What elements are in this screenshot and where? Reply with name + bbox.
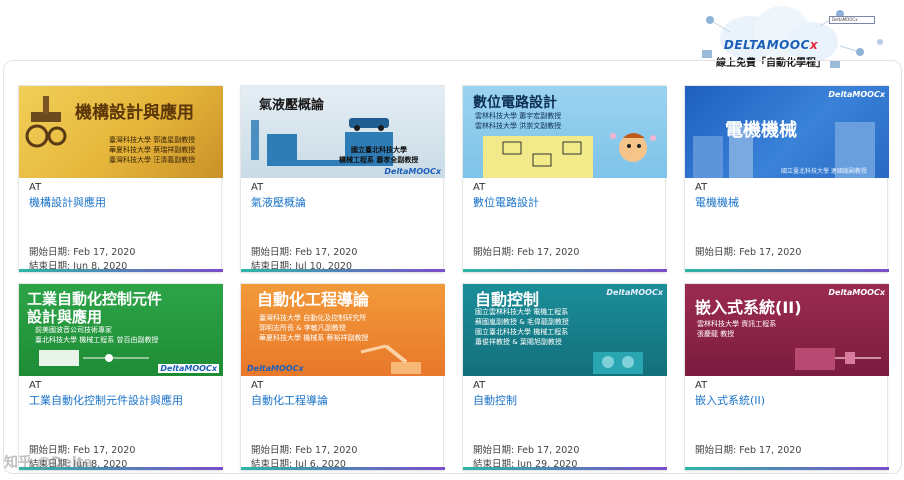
thumb-brand: DeltaMOOCx — [384, 167, 441, 176]
course-title-link[interactable]: 自動控制 — [473, 394, 659, 407]
course-thumbnail[interactable]: 機構設計與應用 臺灣科技大學 郭進星副教授 華夏科技大學 蔡瑞祥副教授 臺灣科技… — [19, 86, 223, 178]
course-thumbnail[interactable]: 電機機械 國立臺北科技大學 連國龍副教授 DeltaMOOCx — [685, 86, 889, 178]
thumb-line: 華夏科技大學 蔡瑞祥副教授 — [109, 146, 196, 154]
course-org: AT — [251, 182, 264, 193]
thumb-line: 國立臺北科技大學 連國龍副教授 — [781, 168, 867, 175]
card-accent-bar — [241, 467, 445, 470]
course-org: AT — [29, 380, 42, 391]
page: DeltaMOOCx DELTAMOOCx 線上免費「自動化學程」 機構設計與應… — [0, 0, 904, 480]
embedded-board-illustration — [795, 348, 881, 370]
course-thumbnail[interactable]: 數位電路設計 雲林科技大學 蕭宇宏副教授 雲林科技大學 洪崇文副教授 — [463, 86, 667, 178]
thumb-brand: DeltaMOOCx — [606, 288, 663, 297]
thumb-line: 蕭俊祥教授 & 葉賜旭副教授 — [475, 338, 562, 346]
thumb-line: 雲林科技大學 資訊工程系 — [697, 320, 777, 328]
course-start-date: 開始日期: Feb 17, 2020 — [29, 247, 136, 258]
thumb-line: 臺灣科技大學 自動化及控制研究所 — [259, 314, 367, 322]
course-title-link[interactable]: 自動化工程導論 — [251, 394, 437, 407]
thumb-line: 雲林科技大學 蕭宇宏副教授 — [475, 112, 562, 120]
thumb-line: 郭明志所長 & 李敏凡副教授 — [259, 324, 346, 332]
thumb-brand: DeltaMOOCx — [828, 288, 885, 297]
thumb-line: 臺灣科技大學 汪清義副教授 — [109, 156, 196, 164]
thumb-title: 電機機械 — [725, 120, 797, 141]
course-card[interactable]: 工業自動化控制元件 設計與應用 前美國波音公司技術專家 臺北科技大學 機械工程系… — [18, 283, 223, 471]
course-org: AT — [29, 182, 42, 193]
course-thumbnail[interactable]: 氣液壓概論 國立臺北科技大學 機械工程系 蕭孝全副教授 DeltaMOOCx — [241, 86, 445, 178]
course-start-date: 開始日期: Feb 17, 2020 — [695, 445, 802, 456]
thumb-line: 國立臺北科技大學 — [351, 146, 407, 154]
thumb-line: 機械工程系 蕭孝全副教授 — [339, 156, 419, 164]
machine-illustration — [593, 352, 643, 374]
course-card[interactable]: 氣液壓概論 國立臺北科技大學 機械工程系 蕭孝全副教授 DeltaMOOCx A… — [240, 85, 445, 273]
thumb-line: 張慶龍 教授 — [697, 330, 735, 338]
course-card[interactable]: 電機機械 國立臺北科技大學 連國龍副教授 DeltaMOOCx AT 電機機械 … — [684, 85, 889, 273]
card-accent-bar — [463, 269, 667, 272]
course-thumbnail[interactable]: 自動化工程導論 臺灣科技大學 自動化及控制研究所 郭明志所長 & 李敏凡副教授 … — [241, 284, 445, 376]
thumb-line: 臺灣科技大學 郭進星副教授 — [109, 136, 196, 144]
thumb-title: 自動化工程導論 — [257, 290, 370, 309]
thumb-title: 數位電路設計 — [473, 95, 557, 111]
course-org: AT — [251, 380, 264, 391]
thumb-line: 國立臺北科技大學 機械工程系 — [475, 328, 569, 336]
thumb-title: 氣液壓概論 — [259, 98, 325, 113]
thumb-line: 前美國波音公司技術專家 — [35, 326, 112, 334]
mechanism-illustration — [25, 96, 67, 148]
course-title-link[interactable]: 機構設計與應用 — [29, 196, 215, 209]
course-title-link[interactable]: 氣液壓概論 — [251, 196, 437, 209]
control-component-illustration — [39, 350, 149, 366]
thumb-line: 雲林科技大學 洪崇文副教授 — [475, 122, 562, 130]
thumb-brand: DeltaMOOCx — [247, 364, 304, 373]
course-org: AT — [695, 380, 708, 391]
thumb-line: 國立雲林科技大學 電機工程系 — [475, 308, 569, 316]
course-thumbnail[interactable]: 工業自動化控制元件 設計與應用 前美國波音公司技術專家 臺北科技大學 機械工程系… — [19, 284, 223, 376]
mini-search-box[interactable]: DeltaMOOCx — [829, 16, 875, 24]
course-card[interactable]: 自動化工程導論 臺灣科技大學 自動化及控制研究所 郭明志所長 & 李敏凡副教授 … — [240, 283, 445, 471]
course-card[interactable]: 數位電路設計 雲林科技大學 蕭宇宏副教授 雲林科技大學 洪崇文副教授 AT 數位… — [462, 85, 667, 273]
course-title-link[interactable]: 工業自動化控制元件設計與應用 — [29, 394, 215, 407]
course-title-link[interactable]: 數位電路設計 — [473, 196, 659, 209]
brand-logo-text: DELTAMOOCx — [723, 38, 819, 52]
course-title-link[interactable]: 嵌入式系統(II) — [695, 394, 881, 407]
thumb-title: 機構設計與應用 — [75, 103, 194, 123]
card-accent-bar — [19, 269, 223, 272]
card-accent-bar — [463, 467, 667, 470]
card-accent-bar — [685, 467, 889, 470]
course-card[interactable]: 自動控制 DeltaMOOCx 國立雲林科技大學 電機工程系 蘇國嵐副教授 & … — [462, 283, 667, 471]
thumb-title: 自動控制 — [475, 290, 540, 309]
robot-arm-illustration — [360, 344, 421, 374]
watermark: 知乎 @Delta — [4, 455, 93, 471]
course-card[interactable]: DeltaMOOCx 嵌入式系統(II) 雲林科技大學 資訊工程系 張慶龍 教授… — [684, 283, 889, 471]
course-thumbnail[interactable]: 自動控制 DeltaMOOCx 國立雲林科技大學 電機工程系 蘇國嵐副教授 & … — [463, 284, 667, 376]
course-start-date: 開始日期: Feb 17, 2020 — [473, 247, 580, 258]
course-start-date: 開始日期: Feb 17, 2020 — [695, 247, 802, 258]
course-card[interactable]: 機構設計與應用 臺灣科技大學 郭進星副教授 華夏科技大學 蔡瑞祥副教授 臺灣科技… — [18, 85, 223, 273]
thumb-brand: DeltaMOOCx — [828, 90, 885, 99]
course-org: AT — [473, 182, 486, 193]
circuit-illustration — [483, 133, 656, 178]
course-title-link[interactable]: 電機機械 — [695, 196, 881, 209]
thumb-title-line2: 設計與應用 — [27, 308, 103, 326]
course-start-date: 開始日期: Feb 17, 2020 — [251, 247, 358, 258]
course-start-date: 開始日期: Feb 17, 2020 — [251, 445, 358, 456]
course-start-date: 開始日期: Feb 17, 2020 — [473, 445, 580, 456]
thumb-line: 蘇國嵐副教授 & 毛偉龍副教授 — [475, 318, 569, 326]
course-thumbnail[interactable]: DeltaMOOCx 嵌入式系統(II) 雲林科技大學 資訊工程系 張慶龍 教授 — [685, 284, 889, 376]
course-org: AT — [473, 380, 486, 391]
thumb-title: 嵌入式系統(II) — [695, 298, 802, 317]
card-accent-bar — [685, 269, 889, 272]
thumb-brand: DeltaMOOCx — [158, 364, 219, 373]
course-org: AT — [695, 182, 708, 193]
card-accent-bar — [241, 269, 445, 272]
thumb-line: 臺北科技大學 機械工程系 曾百由副教授 — [35, 336, 159, 344]
